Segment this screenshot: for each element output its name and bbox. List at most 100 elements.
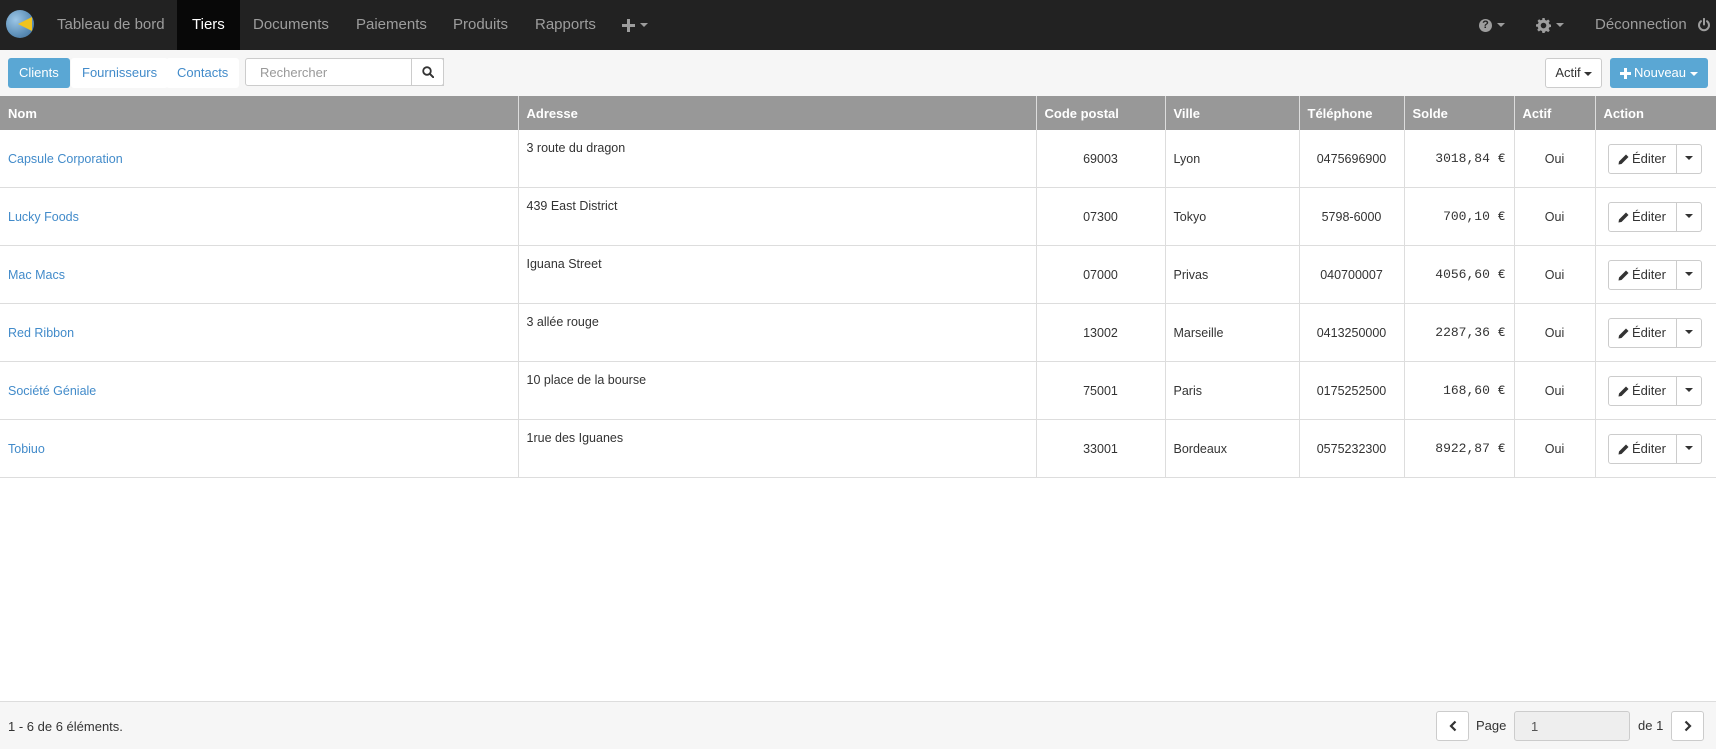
tier-balance: 4056,60 € bbox=[1404, 245, 1515, 304]
nav-paiements[interactable]: Paiements bbox=[341, 0, 442, 50]
edit-button[interactable]: Éditer bbox=[1607, 259, 1677, 290]
toolbar: Clients Fournisseurs Contacts Actif Nouv… bbox=[0, 50, 1716, 96]
tier-name-link[interactable]: Capsule Corporation bbox=[0, 130, 519, 188]
tier-address: 10 place de la bourse bbox=[518, 361, 1037, 420]
tier-address: 3 route du dragon bbox=[518, 130, 1037, 188]
tab-fournisseurs[interactable]: Fournisseurs bbox=[71, 58, 169, 88]
question-icon: ? bbox=[1479, 18, 1492, 32]
tier-address: 439 East District bbox=[518, 187, 1037, 246]
search-icon bbox=[421, 66, 434, 78]
edit-button-label: Éditer bbox=[1632, 382, 1666, 398]
table-header-row: Nom Adresse Code postal Ville Téléphone … bbox=[0, 96, 1716, 130]
page-number-input[interactable] bbox=[1515, 712, 1629, 740]
app-logo[interactable] bbox=[6, 10, 34, 38]
tab-clients[interactable]: Clients bbox=[8, 58, 70, 88]
nav-produits[interactable]: Produits bbox=[439, 0, 522, 50]
edit-button-label: Éditer bbox=[1632, 440, 1666, 456]
edit-dropdown-toggle[interactable] bbox=[1676, 201, 1702, 232]
tier-address: 1rue des Iguanes bbox=[518, 419, 1037, 478]
edit-button[interactable]: Éditer bbox=[1607, 201, 1677, 232]
tier-name-link[interactable]: Lucky Foods bbox=[0, 187, 519, 246]
nav-settings-menu[interactable] bbox=[1536, 0, 1564, 50]
chevron-down-icon bbox=[1690, 71, 1699, 76]
tier-city: Marseille bbox=[1165, 303, 1300, 362]
nav-tiers[interactable]: Tiers bbox=[177, 0, 240, 50]
tier-postal-code: 07300 bbox=[1036, 187, 1166, 246]
tier-actions: Éditer bbox=[1595, 303, 1716, 362]
tier-active: Oui bbox=[1514, 187, 1596, 246]
next-page-button[interactable] bbox=[1671, 711, 1704, 741]
edit-button[interactable]: Éditer bbox=[1607, 433, 1677, 464]
nav-help-menu[interactable]: ? bbox=[1479, 0, 1505, 50]
tier-actions: Éditer bbox=[1595, 130, 1716, 188]
table-row[interactable]: Lucky Foods 439 East District 07300 Tokyo 57… bbox=[0, 187, 1716, 246]
chevron-down-icon bbox=[1684, 156, 1693, 161]
new-button[interactable]: Nouveau bbox=[1610, 58, 1708, 88]
col-header-code-postal[interactable]: Code postal bbox=[1036, 96, 1166, 130]
plus-icon bbox=[622, 18, 635, 32]
tier-postal-code: 75001 bbox=[1036, 361, 1166, 420]
tier-address: 3 allée rouge bbox=[518, 303, 1037, 362]
tab-contacts[interactable]: Contacts bbox=[166, 58, 240, 88]
tier-name-link[interactable]: Mac Macs bbox=[0, 245, 519, 304]
edit-dropdown-toggle[interactable] bbox=[1676, 317, 1702, 348]
tier-name-link[interactable]: Tobiuo bbox=[0, 419, 519, 478]
edit-button[interactable]: Éditer bbox=[1607, 375, 1677, 406]
page-total: de 1 bbox=[1638, 718, 1664, 733]
active-filter-dropdown[interactable]: Actif bbox=[1545, 58, 1602, 88]
col-header-actif[interactable]: Actif bbox=[1514, 96, 1596, 130]
search-button[interactable] bbox=[411, 58, 444, 86]
edit-dropdown-toggle[interactable] bbox=[1676, 143, 1702, 174]
chevron-right-icon bbox=[1684, 720, 1692, 732]
col-header-telephone[interactable]: Téléphone bbox=[1299, 96, 1405, 130]
tier-balance: 700,10 € bbox=[1404, 187, 1515, 246]
col-header-ville[interactable]: Ville bbox=[1165, 96, 1300, 130]
edit-dropdown-toggle[interactable] bbox=[1676, 259, 1702, 290]
tier-actions: Éditer bbox=[1595, 187, 1716, 246]
new-button-label: Nouveau bbox=[1633, 65, 1687, 80]
nav-dashboard[interactable]: Tableau de bord bbox=[43, 0, 179, 50]
page-number-field[interactable] bbox=[1514, 711, 1630, 741]
tier-active: Oui bbox=[1514, 361, 1596, 420]
tier-active: Oui bbox=[1514, 245, 1596, 304]
tier-name-link[interactable]: Red Ribbon bbox=[0, 303, 519, 362]
edit-dropdown-toggle[interactable] bbox=[1676, 375, 1702, 406]
logout-label: Déconnection bbox=[1595, 16, 1687, 33]
chevron-left-icon bbox=[1448, 720, 1457, 732]
tier-postal-code: 07000 bbox=[1036, 245, 1166, 304]
chevron-down-icon bbox=[1684, 388, 1693, 393]
table-footer: 1 - 6 de 6 éléments. Page de 1 bbox=[0, 701, 1716, 749]
tier-active: Oui bbox=[1514, 130, 1596, 188]
edit-button[interactable]: Éditer bbox=[1607, 143, 1677, 174]
tier-city: Lyon bbox=[1165, 130, 1300, 188]
chevron-down-icon bbox=[1497, 23, 1505, 28]
tier-actions: Éditer bbox=[1595, 419, 1716, 478]
tier-city: Tokyo bbox=[1165, 187, 1300, 246]
col-header-nom[interactable]: Nom bbox=[0, 96, 519, 130]
nav-rapports[interactable]: Rapports bbox=[521, 0, 610, 50]
tier-phone: 0475696900 bbox=[1299, 130, 1405, 188]
tier-phone: 5798-6000 bbox=[1299, 187, 1405, 246]
col-header-solde[interactable]: Solde bbox=[1404, 96, 1515, 130]
edit-button-label: Éditer bbox=[1632, 150, 1666, 166]
edit-button[interactable]: Éditer bbox=[1607, 317, 1677, 348]
table-row[interactable]: Société Géniale 10 place de la bourse 7500… bbox=[0, 361, 1716, 420]
col-header-adresse[interactable]: Adresse bbox=[518, 96, 1037, 130]
tier-postal-code: 13002 bbox=[1036, 303, 1166, 362]
edit-button-label: Éditer bbox=[1632, 208, 1666, 224]
tier-name-link[interactable]: Société Géniale bbox=[0, 361, 519, 420]
table-row[interactable]: Mac Macs Iguana Street 07000 Privas 04070000… bbox=[0, 245, 1716, 304]
nav-documents[interactable]: Documents bbox=[239, 0, 343, 50]
table-row[interactable]: Red Ribbon 3 allée rouge 13002 Marseille 041… bbox=[0, 303, 1716, 362]
table-row[interactable]: Capsule Corporation 3 route du dragon 6900… bbox=[0, 130, 1716, 188]
tier-postal-code: 33001 bbox=[1036, 419, 1166, 478]
nav-add-menu[interactable] bbox=[622, 0, 648, 50]
edit-dropdown-toggle[interactable] bbox=[1676, 433, 1702, 464]
pencil-icon bbox=[1618, 386, 1629, 397]
tier-active: Oui bbox=[1514, 303, 1596, 362]
pencil-icon bbox=[1618, 444, 1629, 455]
prev-page-button[interactable] bbox=[1436, 711, 1469, 741]
page-label: Page bbox=[1476, 718, 1507, 733]
table-row[interactable]: Tobiuo 1rue des Iguanes 33001 Bordeaux 05752… bbox=[0, 419, 1716, 478]
logout-button[interactable]: Déconnection bbox=[1595, 0, 1711, 50]
